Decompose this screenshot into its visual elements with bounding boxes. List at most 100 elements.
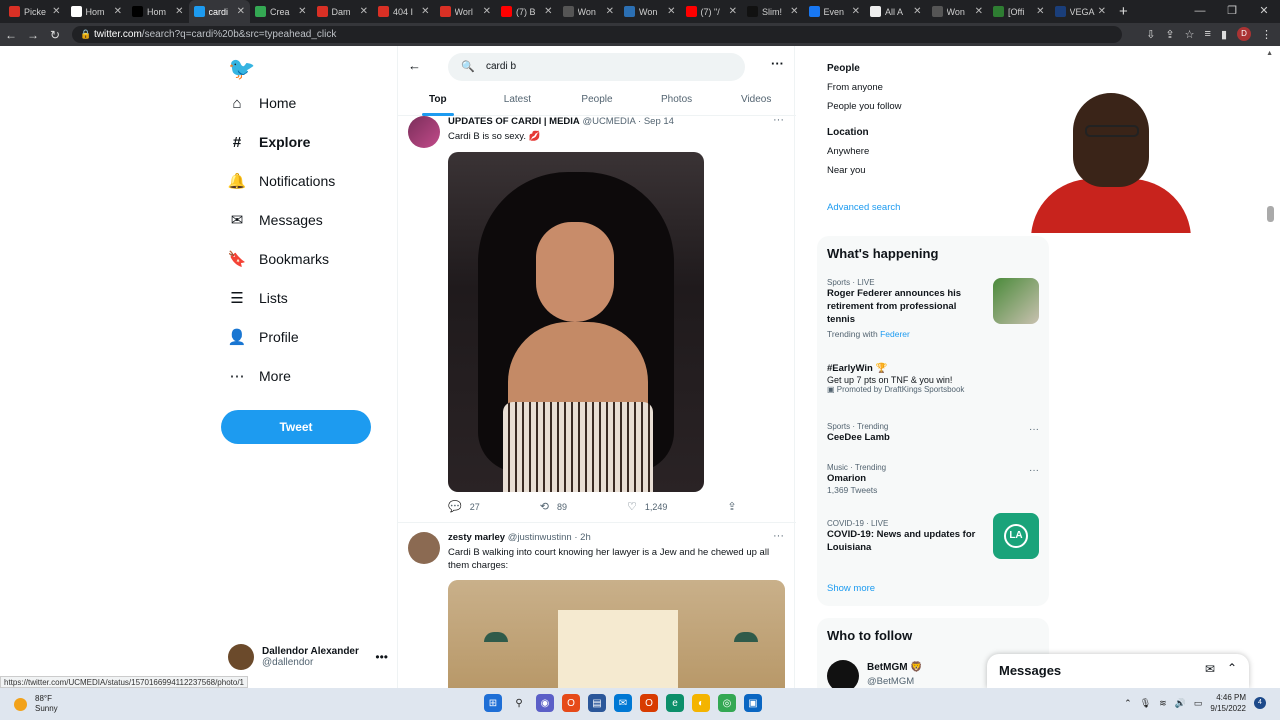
browser-tab[interactable]: Worl ✕ — [435, 0, 497, 23]
weather-widget[interactable]: 88°F Sunny — [14, 694, 58, 714]
trend-item[interactable]: Music · Trending Omarion 1,369 Tweets ··… — [827, 463, 1039, 495]
trend-link[interactable]: Federer — [880, 329, 910, 339]
like-button[interactable]: ♡ 1,249 — [627, 500, 697, 513]
filter-near-you[interactable]: Near you — [827, 165, 866, 176]
show-more-link[interactable]: Show more — [827, 583, 875, 594]
tweet-author-handle[interactable]: @justinwustinn — [508, 532, 572, 543]
reply-button[interactable]: 💬 27 — [448, 500, 510, 513]
filter-anywhere[interactable]: Anywhere — [827, 146, 869, 157]
close-tab-icon[interactable]: ✕ — [52, 6, 60, 17]
share-icon[interactable]: ⇪ — [1165, 28, 1174, 41]
retweet-button[interactable]: ⟲ 89 — [540, 500, 597, 513]
notification-badge[interactable]: 4 — [1254, 697, 1266, 709]
chevron-up-icon[interactable]: ⌃ — [1124, 698, 1132, 709]
file-explorer-icon[interactable]: ▤ — [588, 694, 606, 712]
menu-kebab-icon[interactable]: ⋮ — [1261, 28, 1272, 41]
chrome-icon[interactable]: ◎ — [718, 694, 736, 712]
browser-tab[interactable]: (7) "/ ✕ — [681, 0, 743, 23]
sidebar-icon[interactable]: ▮ — [1221, 28, 1227, 41]
scroll-up-arrow-icon[interactable]: ▲ — [1266, 50, 1273, 57]
close-window-button[interactable]: ✕ — [1248, 0, 1280, 22]
tweet-author-name[interactable]: zesty marley — [448, 532, 505, 543]
browser-tab[interactable]: Even ✕ — [804, 0, 866, 23]
windows-start-icon[interactable]: ⊞ — [484, 694, 502, 712]
browser-tab[interactable]: Won ✕ — [927, 0, 989, 23]
tweet[interactable]: UPDATES OF CARDI | MEDIA @UCMEDIA · Sep … — [398, 114, 796, 522]
browser-tab[interactable]: VEGA ✕ — [1050, 0, 1112, 23]
avatar[interactable] — [408, 532, 440, 564]
new-message-icon[interactable]: ✉ — [1205, 662, 1215, 676]
browser-tab[interactable]: Hom ✕ — [127, 0, 189, 23]
browser-tab[interactable]: (7) B ✕ — [496, 0, 558, 23]
trend-item[interactable]: COVID-19 · LIVE COVID-19: News and updat… — [827, 513, 1039, 559]
star-icon[interactable]: ☆ — [1185, 28, 1195, 41]
tweet-button[interactable]: Tweet — [221, 410, 371, 444]
tweet-photo[interactable] — [448, 152, 704, 492]
more-dots-icon[interactable]: ··· — [1029, 465, 1039, 476]
trend-item[interactable]: #EarlyWin 🏆 Get up 7 pts on TNF & you wi… — [827, 362, 1039, 394]
sidebar-item-lists[interactable]: ☰ Lists — [228, 289, 288, 307]
close-tab-icon[interactable]: ✕ — [544, 6, 552, 17]
close-tab-icon[interactable]: ✕ — [175, 6, 183, 17]
volume-icon[interactable]: 🔊 — [1175, 698, 1186, 709]
sidebar-item-messages[interactable]: ✉ Messages — [228, 211, 323, 229]
sidebar-item-profile[interactable]: 👤 Profile — [228, 328, 299, 346]
search-icon[interactable]: ⚲ — [510, 694, 528, 712]
browser-tab[interactable]: Dam ✕ — [312, 0, 374, 23]
profile-avatar[interactable]: D — [1237, 27, 1251, 41]
url-input[interactable]: 🔒 twitter.com/search?q=cardi%20b&src=typ… — [72, 26, 1122, 43]
tweet-time[interactable]: · 2h — [574, 532, 590, 543]
install-icon[interactable]: ⇩ — [1146, 28, 1155, 41]
twitter-bird-icon[interactable]: 🐦 — [228, 56, 255, 82]
more-dots-icon[interactable]: ··· — [1029, 424, 1039, 435]
tweet-time[interactable]: · Sep 14 — [638, 116, 674, 127]
browser-tab[interactable]: 404 I ✕ — [373, 0, 435, 23]
search-input[interactable]: 🔍 cardi b — [448, 53, 745, 81]
more-dots-icon[interactable]: ··· — [773, 530, 784, 542]
maximize-button[interactable]: ❐ — [1216, 0, 1248, 22]
expand-up-icon[interactable]: ⌃ — [1227, 661, 1237, 675]
clock[interactable]: 4:46 PM 9/15/2022 — [1210, 692, 1246, 714]
tab-people[interactable]: People — [557, 86, 637, 115]
close-tab-icon[interactable]: ✕ — [1098, 6, 1106, 17]
trend-item[interactable]: Sports · Trending CeeDee Lamb ··· — [827, 422, 1039, 444]
more-dots-icon[interactable]: ··· — [771, 56, 784, 71]
sidebar-item-explore[interactable]: # Explore — [228, 133, 311, 151]
sidebar-item-bookmarks[interactable]: 🔖 Bookmarks — [228, 250, 329, 268]
close-tab-icon[interactable]: ✕ — [606, 6, 614, 17]
browser-tab[interactable]: Won ✕ — [558, 0, 620, 23]
close-tab-icon[interactable]: ✕ — [913, 6, 921, 17]
advanced-search-link[interactable]: Advanced search — [827, 202, 900, 213]
close-tab-icon[interactable]: ✕ — [729, 6, 737, 17]
office-icon[interactable]: O — [640, 694, 658, 712]
tweet-photo[interactable] — [448, 580, 785, 688]
minimize-button[interactable]: — — [1184, 0, 1216, 22]
close-tab-icon[interactable]: ✕ — [237, 6, 245, 17]
close-tab-icon[interactable]: ✕ — [1036, 6, 1044, 17]
avatar[interactable] — [827, 660, 859, 688]
office-icon[interactable]: O — [562, 694, 580, 712]
sidebar-item-more[interactable]: ⋯ More — [228, 367, 291, 385]
back-arrow-icon[interactable]: ← — [408, 58, 421, 73]
app-icon[interactable]: ▣ — [744, 694, 762, 712]
close-tab-icon[interactable]: ✕ — [852, 6, 860, 17]
filter-people-you-follow[interactable]: People you follow — [827, 101, 901, 112]
photos-icon[interactable]: ◐ — [692, 694, 710, 712]
new-tab-button[interactable]: + — [1119, 3, 1128, 20]
more-dots-icon[interactable]: ••• — [375, 650, 388, 664]
forward-arrow-icon[interactable]: → — [22, 28, 44, 42]
battery-icon[interactable]: ▭ — [1194, 698, 1203, 709]
page-scrollbar[interactable] — [1267, 206, 1274, 222]
close-tab-icon[interactable]: ✕ — [483, 6, 491, 17]
close-tab-icon[interactable]: ✕ — [298, 6, 306, 17]
reload-icon[interactable]: ↻ — [44, 28, 66, 42]
tab-top[interactable]: Top — [398, 86, 478, 116]
share-button[interactable]: ⇪ — [727, 500, 744, 513]
sidebar-item-home[interactable]: ⌂ Home — [228, 94, 296, 112]
tweet[interactable]: zesty marley @justinwustinn · 2h ··· Car… — [398, 530, 796, 688]
browser-tab[interactable]: Won ✕ — [619, 0, 681, 23]
wifi-icon[interactable]: ≋ — [1159, 698, 1167, 709]
follow-user-name[interactable]: BetMGM 🦁 — [867, 662, 923, 673]
back-arrow-icon[interactable]: ← — [0, 28, 22, 42]
tab-latest[interactable]: Latest — [478, 86, 558, 115]
